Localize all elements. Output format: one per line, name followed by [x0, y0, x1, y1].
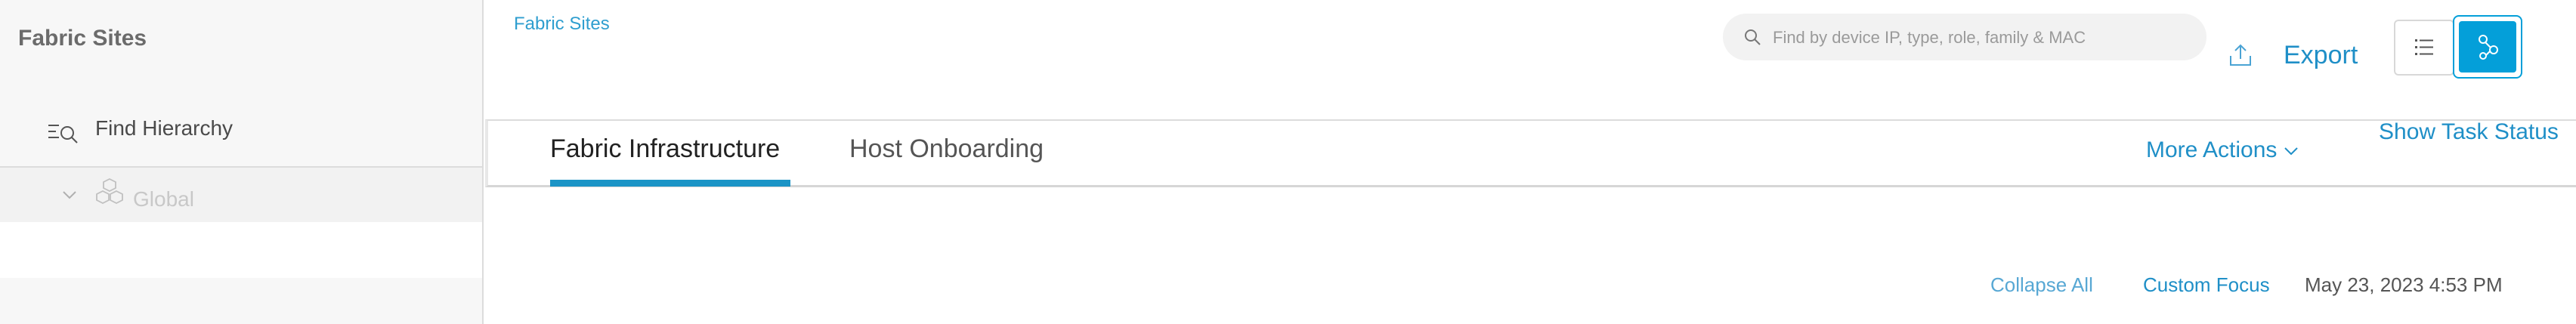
- tree-item-label: Global: [133, 187, 194, 211]
- custom-focus-button[interactable]: Custom Focus: [2143, 273, 2270, 297]
- chevron-down-icon[interactable]: [60, 186, 79, 204]
- search-icon: [1745, 29, 1761, 45]
- last-updated-timestamp: May 23, 2023 4:53 PM: [2305, 273, 2503, 296]
- search-input[interactable]: [1771, 14, 2197, 62]
- sidebar: Fabric Sites Find Hierarchy Global: [0, 0, 484, 324]
- tab-fabric-infrastructure[interactable]: Fabric Infrastructure: [550, 134, 780, 164]
- sidebar-empty-area: [0, 222, 482, 278]
- export-button[interactable]: Export: [2284, 41, 2358, 70]
- list-view-icon: [2415, 39, 2433, 55]
- collapse-all-button[interactable]: Collapse All: [1990, 273, 2093, 297]
- more-actions-label: More Actions: [2146, 137, 2278, 162]
- site-group-icon: [96, 177, 123, 205]
- tab-host-onboarding[interactable]: Host Onboarding: [849, 134, 1044, 164]
- active-tab-indicator: [550, 180, 790, 187]
- find-hierarchy-label: Find Hierarchy: [95, 116, 233, 140]
- breadcrumb-fabric-sites[interactable]: Fabric Sites: [514, 14, 610, 35]
- more-actions-dropdown[interactable]: More Actions: [2146, 137, 2299, 163]
- export-icon[interactable]: [2228, 42, 2253, 68]
- topology-view-icon: [2479, 35, 2498, 60]
- device-search[interactable]: [1723, 14, 2206, 62]
- sidebar-title: Fabric Sites: [18, 26, 147, 51]
- show-task-status-link[interactable]: Show Task Status: [2379, 119, 2559, 145]
- chevron-down-icon: [2284, 147, 2299, 156]
- find-hierarchy-icon: [48, 125, 78, 143]
- find-hierarchy-button[interactable]: Find Hierarchy: [0, 103, 482, 168]
- list-view-button[interactable]: [2394, 20, 2454, 76]
- topology-view-button[interactable]: [2453, 15, 2522, 79]
- tree-item-global[interactable]: Global: [0, 168, 482, 222]
